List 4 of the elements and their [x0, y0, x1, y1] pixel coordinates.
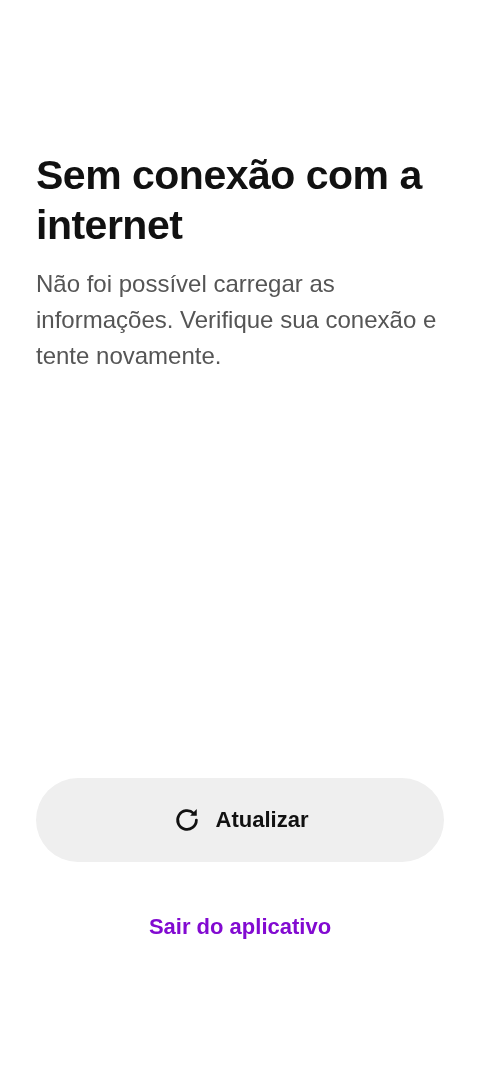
exit-link[interactable]: Sair do aplicativo: [148, 914, 332, 940]
refresh-button[interactable]: Atualizar: [36, 778, 444, 862]
error-message: Não foi possível carregar as informações. Verifique sua conexão e tente novamente.: [36, 269, 438, 371]
page-title: Sem conexão com a internet: [36, 151, 424, 250]
